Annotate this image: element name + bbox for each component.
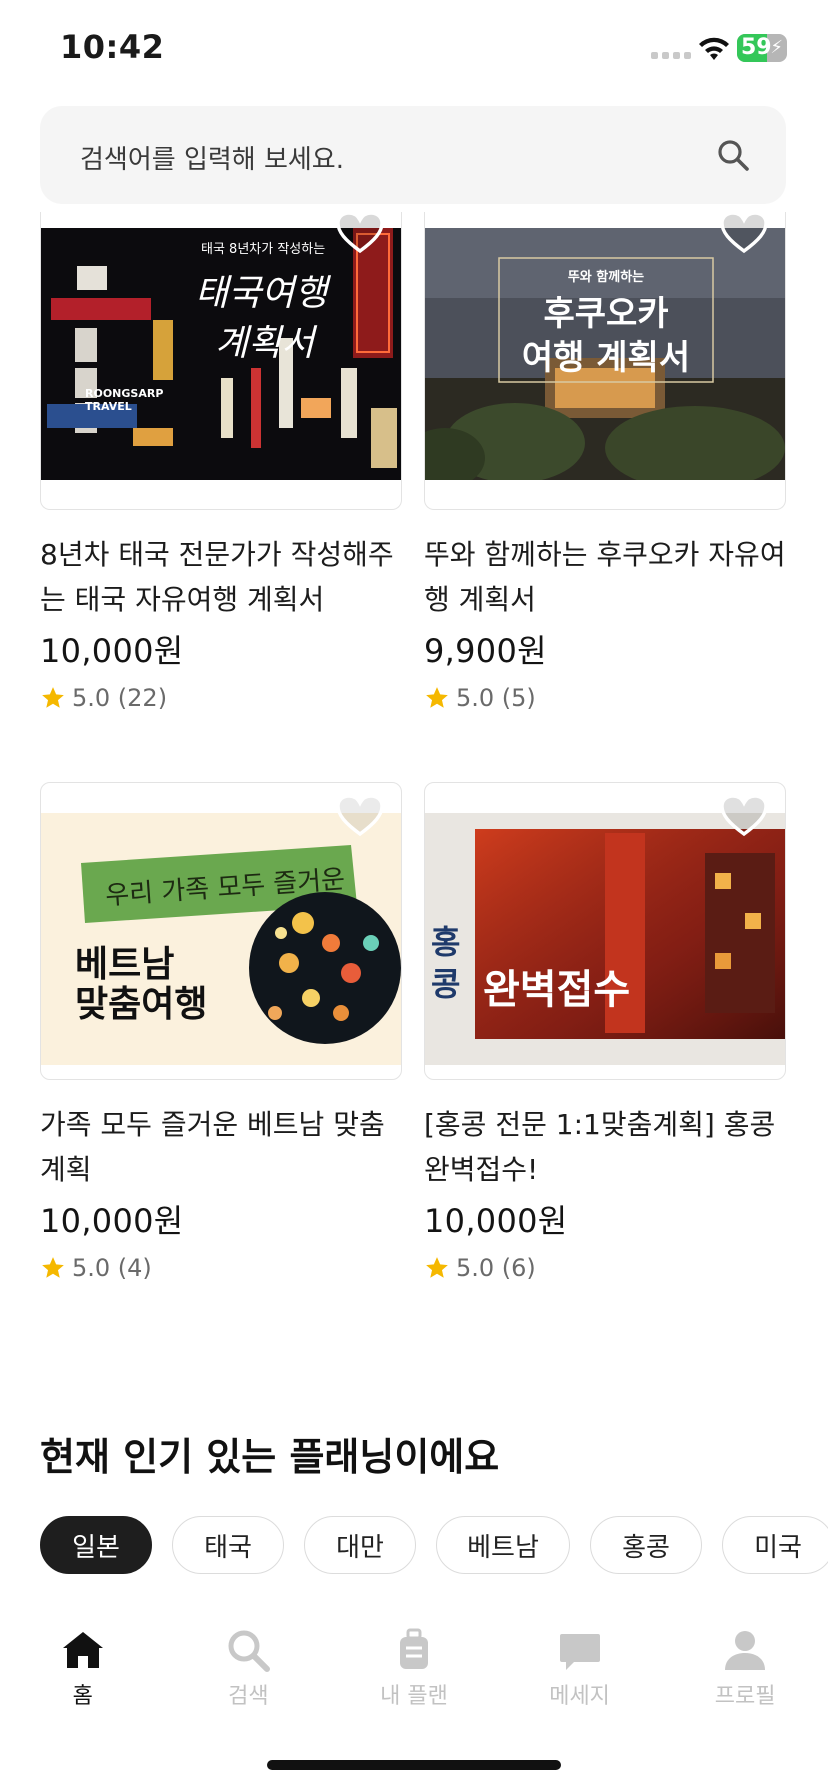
image-headline: 태국여행 [195,273,328,314]
bottom-tab-bar: 홈 검색 내 플랜 메세지 프로필 [0,1610,828,1730]
star-icon [42,687,64,708]
home-icon [62,1632,103,1668]
country-filter-chips: 일본 태국 대만 베트남 홍콩 미국 [40,1516,828,1574]
product-title[interactable]: 8년차 태국 전문가가 작성해주는 태국 자유여행 계획서 [40,532,410,622]
message-icon [559,1634,600,1670]
image-side-text: 홍 [431,923,461,961]
tab-label: 내 플랜 [380,1684,448,1709]
image-sign-text: ROONGSARP TRAVEL [85,387,164,413]
star-icon [426,1257,448,1278]
chip-vietnam[interactable]: 베트남 [436,1516,570,1574]
battery-level: 59 [741,35,772,60]
tab-label: 메세지 [549,1684,610,1709]
product-rating: 5.0 (22) [40,684,167,712]
image-caption: 태국 8년차가 작성하는 [201,242,326,257]
rating-text: 5.0 (6) [456,1254,536,1282]
tab-messages[interactable]: 메세지 [497,1610,663,1730]
chip-thailand[interactable]: 태국 [172,1516,284,1574]
product-title[interactable]: 뚜와 함께하는 후쿠오카 자유여행 계획서 [424,532,794,622]
home-indicator [267,1760,561,1770]
chip-usa[interactable]: 미국 [722,1516,828,1574]
product-thumbnail[interactable]: 뚜와 함께하는 후쿠오카 여행 계획서 [424,212,786,510]
star-icon [42,1257,64,1278]
heart-icon[interactable] [335,212,385,254]
product-thumbnail[interactable]: 우리 가족 모두 즐거운 베트남 맞춤여행 [40,782,402,1080]
tab-my-plan[interactable]: 내 플랜 [331,1610,497,1730]
wifi-icon [699,37,729,60]
heart-icon[interactable] [335,793,385,837]
status-time: 10:42 [60,28,165,66]
search-bar[interactable]: 검색어를 입력해 보세요. [40,106,786,204]
luggage-icon [399,1628,428,1669]
heart-icon[interactable] [719,212,769,254]
product-price: 9,900원 [424,632,547,670]
search-icon[interactable] [716,138,750,172]
product-rating: 5.0 (6) [424,1254,536,1282]
tab-search[interactable]: 검색 [166,1610,332,1730]
star-icon [426,687,448,708]
image-caption: 뚜와 함께하는 [567,270,645,285]
search-icon [228,1630,271,1672]
chip-taiwan[interactable]: 대만 [304,1516,416,1574]
rating-text: 5.0 (5) [456,684,536,712]
tab-label: 검색 [228,1684,269,1709]
product-price: 10,000원 [40,632,184,670]
tab-profile[interactable]: 프로필 [662,1610,828,1730]
product-title[interactable]: [홍콩 전문 1:1맞춤계획] 홍콩 완벽접수! [424,1102,794,1192]
product-price: 10,000원 [40,1202,184,1240]
search-input[interactable]: 검색어를 입력해 보세요. [80,139,344,176]
tab-label: 프로필 [714,1684,776,1709]
product-thumbnail[interactable]: ROONGSARP TRAVEL 태국 8년차가 작성하는 태국여행 계획서 [40,212,402,510]
heart-icon[interactable] [719,793,769,837]
tab-home[interactable]: 홈 [0,1610,166,1730]
status-bar: 10:42 59 ⚡ [0,0,828,100]
image-headline: 완벽접수 [483,966,631,1013]
product-thumbnail[interactable]: 홍 콩 완벽접수 [424,782,786,1080]
cellular-signal-icon [651,52,691,59]
image-side-text: 콩 [431,965,461,1003]
section-title: 현재 인기 있는 플래닝이에요 [40,1435,500,1479]
rating-text: 5.0 (4) [72,1254,152,1282]
image-headline: 계획서 [215,323,315,364]
battery-icon: 59 ⚡ [737,34,787,62]
product-title[interactable]: 가족 모두 즐거운 베트남 맞춤계획 [40,1102,410,1192]
chip-japan[interactable]: 일본 [40,1516,152,1574]
product-rating: 5.0 (4) [40,1254,152,1282]
chip-hongkong[interactable]: 홍콩 [590,1516,702,1574]
tab-label: 홈 [72,1684,93,1709]
profile-icon [725,1631,766,1670]
product-price: 10,000원 [424,1202,568,1240]
image-headline: 맞춤여행 [75,984,208,1025]
image-headline: 후쿠오카 [543,294,669,334]
image-headline: 여행 계획서 [521,338,691,378]
rating-text: 5.0 (22) [72,684,168,712]
product-rating: 5.0 (5) [424,684,536,712]
